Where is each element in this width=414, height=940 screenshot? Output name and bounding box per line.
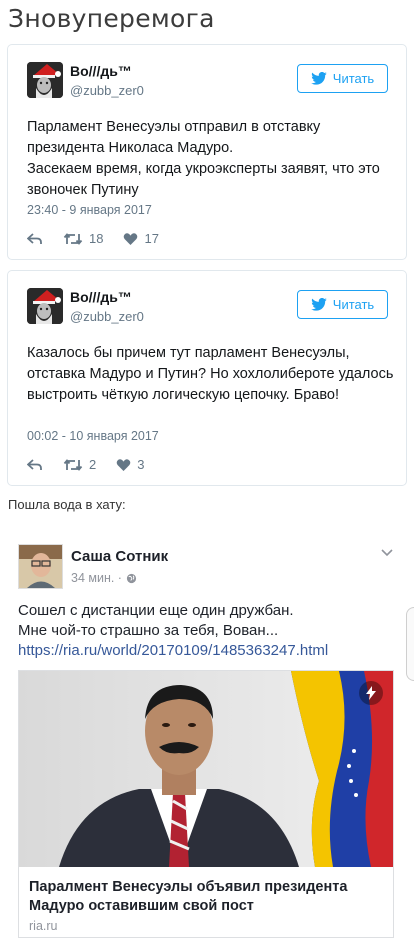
reply-icon [27, 232, 42, 244]
twitter-bird-icon [310, 72, 327, 85]
post-time[interactable]: 34 мин. · [71, 571, 122, 585]
reply-icon [27, 458, 42, 470]
tweet-embed[interactable]: Во///дь™ @zubb_zer0 Читать Парламент Вен… [7, 44, 407, 260]
like-count: 3 [137, 457, 145, 472]
tweet-author-name[interactable]: Во///дь™ [70, 289, 132, 305]
post-meta: 34 мин. · [71, 571, 137, 585]
retweet-count: 18 [89, 231, 104, 246]
like-button[interactable]: 17 [123, 231, 159, 246]
link-preview-card[interactable]: Паралмент Венесуэлы объявил президента М… [18, 670, 394, 938]
post-text-line: Мне чой-то страшно за тебя, Вован... [18, 622, 279, 639]
facebook-post: Саша Сотник 34 мин. · Сошел с дистанции … [9, 528, 405, 940]
post-text-line: Сошел с дистанции еще один дружбан. [18, 602, 294, 619]
reply-button[interactable] [27, 232, 43, 246]
post-link[interactable]: https://ria.ru/world/20170109/1485363247… [18, 641, 398, 661]
lightning-icon [359, 681, 383, 705]
tweet-date[interactable]: 23:40 - 9 января 2017 [27, 203, 152, 217]
reply-button[interactable] [27, 458, 43, 472]
tweet-author-handle[interactable]: @zubb_zer0 [70, 83, 144, 98]
like-button[interactable]: 3 [116, 457, 144, 472]
retweet-button[interactable]: 2 [63, 457, 96, 472]
page-title: Зновуперемога [8, 4, 215, 33]
retweet-count: 2 [89, 457, 97, 472]
tweet-text: Парламент Венесуэлы отправил в отставку … [27, 117, 397, 201]
tweet-text-line: Засекаем время, когда укроэксперты заявя… [27, 161, 380, 198]
twitter-bird-icon [310, 298, 327, 311]
tweet-actions: 2 3 [27, 457, 164, 472]
link-card-domain: ria.ru [29, 919, 58, 933]
side-scroll-tab[interactable] [406, 607, 414, 681]
avatar[interactable] [27, 62, 63, 98]
post-text: Сошел с дистанции еще один дружбан. Мне … [18, 601, 398, 661]
post-author-name[interactable]: Саша Сотник [71, 548, 168, 565]
heart-icon [116, 458, 131, 471]
retweet-icon [63, 458, 83, 471]
follow-label: Читать [332, 297, 375, 312]
avatar[interactable] [27, 288, 63, 324]
retweet-icon [63, 232, 83, 245]
globe-icon [126, 573, 137, 583]
chevron-down-icon [381, 549, 393, 557]
follow-button[interactable]: Читать [297, 290, 388, 319]
tweet-author-name[interactable]: Во///дь™ [70, 63, 132, 79]
heart-icon [124, 232, 138, 245]
follow-button[interactable]: Читать [297, 64, 388, 93]
retweet-button[interactable]: 18 [63, 231, 103, 246]
tweet-text: Казалось бы причем тут парламент Венесуэ… [27, 343, 397, 406]
link-card-title[interactable]: Паралмент Венесуэлы объявил президента М… [29, 878, 385, 916]
tweet-author-handle[interactable]: @zubb_zer0 [70, 309, 144, 324]
follow-label: Читать [332, 71, 375, 86]
tweet-date[interactable]: 00:02 - 10 января 2017 [27, 429, 159, 443]
post-options-button[interactable] [379, 544, 395, 560]
tweet-embed[interactable]: Во///дь™ @zubb_zer0 Читать Казалось бы п… [7, 270, 407, 486]
avatar[interactable] [18, 544, 63, 589]
tweet-text-line: Казалось бы причем тут парламент Венесуэ… [27, 345, 394, 403]
caption: Пошла вода в хату: [8, 497, 126, 512]
like-count: 17 [144, 231, 159, 246]
tweet-actions: 18 17 [27, 231, 179, 246]
article-photo[interactable] [19, 671, 393, 867]
tweet-text-line: Парламент Венесуэлы отправил в отставку … [27, 119, 321, 156]
